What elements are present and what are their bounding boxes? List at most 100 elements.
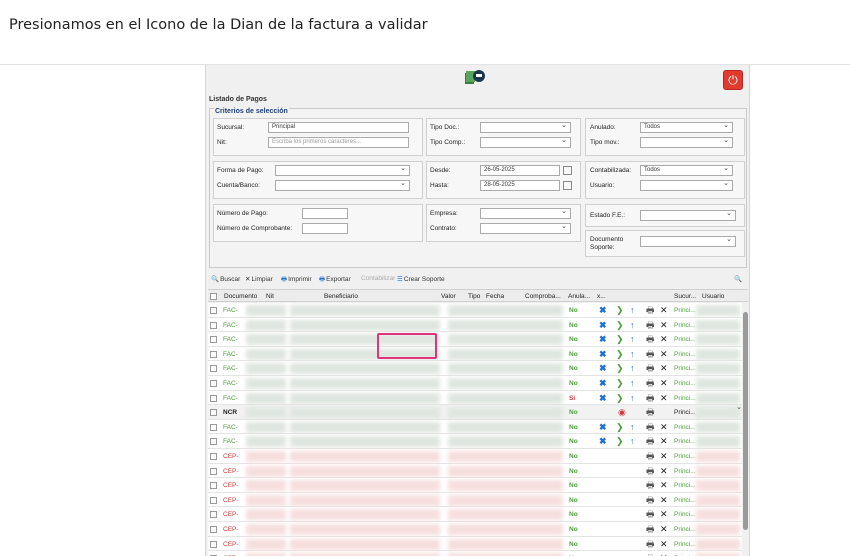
- row-checkbox[interactable]: [210, 496, 217, 504]
- dian-icon[interactable]: ❯: [616, 436, 624, 446]
- dian-icon[interactable]: ❯: [616, 378, 624, 388]
- tipo-comp-select[interactable]: [480, 137, 571, 148]
- col-sucursal[interactable]: Sucur...: [674, 293, 696, 300]
- print-icon[interactable]: 🖶: [646, 320, 655, 330]
- print-icon[interactable]: 🖶: [646, 407, 655, 417]
- row-checkbox[interactable]: [210, 482, 217, 490]
- row-checkbox[interactable]: [210, 336, 217, 344]
- delete-icon[interactable]: ✕: [660, 451, 668, 461]
- row-checkbox[interactable]: [210, 467, 217, 475]
- power-icon[interactable]: ⏻: [723, 70, 743, 90]
- print-icon[interactable]: 🖶: [646, 305, 655, 315]
- cancel-icon[interactable]: ✖: [599, 363, 607, 373]
- print-icon[interactable]: 🖶: [646, 466, 655, 476]
- upload-icon[interactable]: ↑: [630, 436, 635, 446]
- crear-soporte-button[interactable]: ☰Crear Soporte: [397, 275, 445, 283]
- cancel-icon[interactable]: ✖: [599, 436, 607, 446]
- search-icon[interactable]: 🔍: [734, 275, 742, 283]
- forma-pago-select[interactable]: [275, 165, 410, 176]
- select-all-checkbox[interactable]: [210, 293, 217, 300]
- buscar-button[interactable]: 🔍Buscar: [211, 275, 240, 283]
- scrollbar-thumb[interactable]: [743, 312, 748, 530]
- row-checkbox[interactable]: [210, 350, 217, 358]
- table-row[interactable]: CEP-No🖶✕Princi...: [208, 478, 745, 493]
- tipo-mov-select[interactable]: [640, 137, 733, 148]
- row-checkbox[interactable]: [210, 511, 217, 519]
- delete-icon[interactable]: ✕: [660, 305, 668, 315]
- numero-pago-input[interactable]: [302, 208, 348, 219]
- col-documento[interactable]: Documento: [224, 293, 257, 300]
- row-checkbox[interactable]: [210, 365, 217, 373]
- table-row[interactable]: FAC- Si ✖ ❯ ↑ 🖶 ✕ Princi...: [208, 390, 745, 406]
- usuario-select[interactable]: [640, 180, 733, 191]
- col-x[interactable]: x...: [597, 293, 606, 300]
- cancel-icon[interactable]: ✖: [599, 320, 607, 330]
- table-row[interactable]: FAC- No ✖ ❯ ↑ 🖶 ✕ Princi...: [208, 332, 745, 347]
- cancel-icon[interactable]: ✖: [599, 305, 607, 315]
- upload-icon[interactable]: ↑: [630, 349, 635, 359]
- delete-icon[interactable]: ✕: [660, 334, 668, 344]
- delete-icon[interactable]: ✕: [660, 466, 668, 476]
- documento-soporte-select[interactable]: [640, 236, 736, 247]
- delete-icon[interactable]: ✕: [660, 363, 668, 373]
- numero-comprobante-input[interactable]: [302, 223, 348, 234]
- col-usuario[interactable]: Usuario: [702, 293, 724, 300]
- table-row[interactable]: CEP-No🖶✕Princi...: [208, 492, 745, 508]
- cancel-icon[interactable]: ✖: [599, 349, 607, 359]
- row-checkbox[interactable]: [210, 453, 217, 460]
- exportar-button[interactable]: 🖶Exportar: [319, 275, 351, 286]
- delete-icon[interactable]: ✕: [660, 495, 668, 505]
- print-icon[interactable]: 🖶: [646, 509, 655, 519]
- upload-icon[interactable]: ↑: [630, 422, 635, 432]
- delete-icon[interactable]: ✕: [660, 436, 668, 446]
- cancel-icon[interactable]: ✖: [599, 422, 607, 432]
- delete-icon[interactable]: ✕: [660, 320, 668, 330]
- cuenta-banco-select[interactable]: [275, 180, 410, 191]
- dian-icon[interactable]: ❯: [616, 363, 624, 373]
- row-checkbox[interactable]: [210, 540, 217, 548]
- print-icon[interactable]: 🖶: [646, 451, 655, 461]
- dian-icon[interactable]: ❯: [616, 349, 624, 359]
- upload-icon[interactable]: ↑: [630, 334, 635, 344]
- col-anulado[interactable]: Anula...: [568, 293, 590, 300]
- delete-icon[interactable]: ✕: [660, 393, 668, 403]
- cancel-icon[interactable]: ✖: [599, 378, 607, 388]
- table-row[interactable]: CEP-No🖶✕Princi...: [208, 551, 745, 556]
- contrato-select[interactable]: [480, 223, 571, 234]
- dian-icon[interactable]: ❯: [616, 305, 624, 315]
- estado-fe-select[interactable]: [640, 210, 736, 221]
- row-checkbox[interactable]: [210, 307, 217, 314]
- dian-icon[interactable]: ❯: [616, 334, 624, 344]
- table-row[interactable]: FAC- No ✖ ❯ ↑ 🖶 ✕ Princi...: [208, 376, 745, 391]
- upload-icon[interactable]: ↑: [630, 378, 635, 388]
- col-fecha[interactable]: Fecha: [486, 293, 504, 300]
- print-icon[interactable]: 🖶: [646, 480, 655, 490]
- anulado-select[interactable]: Todos: [640, 122, 733, 133]
- print-icon[interactable]: 🖶: [646, 363, 655, 373]
- delete-icon[interactable]: ✕: [660, 422, 668, 432]
- row-checkbox[interactable]: [210, 380, 217, 387]
- table-row[interactable]: FAC- No ✖ ❯ ↑ 🖶 ✕ Princi...: [208, 419, 745, 435]
- col-nit[interactable]: Nit: [266, 293, 274, 300]
- dian-icon[interactable]: ❯: [616, 422, 624, 432]
- print-icon[interactable]: 🖶: [646, 422, 655, 432]
- row-checkbox[interactable]: [210, 394, 217, 402]
- table-row[interactable]: FAC- No ✖ ❯ ↑ 🖶 ✕ Princi...: [208, 346, 745, 362]
- print-icon[interactable]: 🖶: [646, 334, 655, 344]
- table-row[interactable]: NCR No ◉ 🖶 Princi...: [208, 403, 745, 420]
- tipo-doc-select[interactable]: [480, 122, 571, 133]
- delete-icon[interactable]: ✕: [660, 378, 668, 388]
- row-checkbox[interactable]: [210, 526, 217, 533]
- table-row[interactable]: FAC- No ✖ ❯ ↑ 🖶 ✕ Princi...: [208, 303, 745, 318]
- empresa-select[interactable]: [480, 208, 571, 219]
- print-icon[interactable]: 🖶: [646, 539, 655, 549]
- print-icon[interactable]: 🖶: [646, 393, 655, 403]
- delete-icon[interactable]: ✕: [660, 480, 668, 490]
- upload-icon[interactable]: ↑: [630, 393, 635, 403]
- sucursal-input[interactable]: Principal: [268, 122, 409, 133]
- delete-icon[interactable]: ✕: [660, 509, 668, 519]
- col-beneficiario[interactable]: Beneficiario: [324, 293, 358, 300]
- calendar-icon[interactable]: [563, 166, 572, 175]
- print-icon[interactable]: 🖶: [646, 495, 655, 505]
- upload-icon[interactable]: ↑: [630, 320, 635, 330]
